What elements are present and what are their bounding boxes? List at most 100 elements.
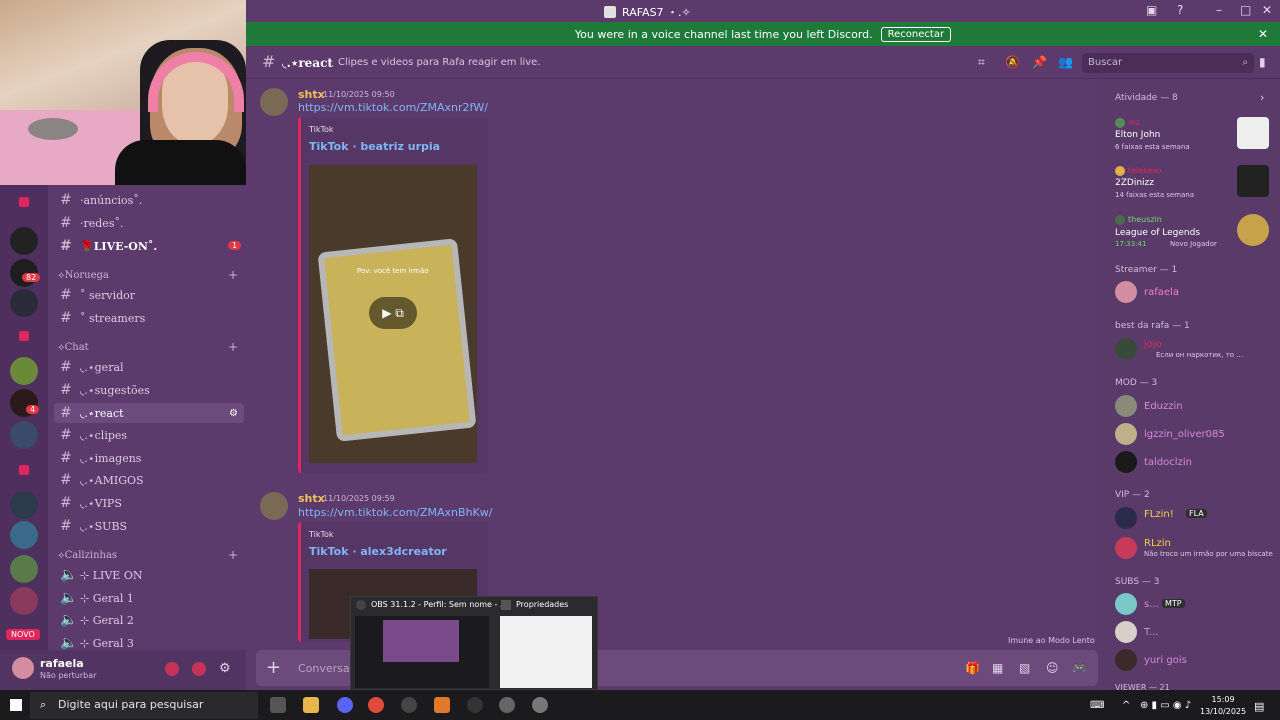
avatar[interactable]: [1115, 338, 1137, 360]
channel-redes[interactable]: # ·redes˚.: [54, 213, 244, 233]
member-name[interactable]: jojo: [1144, 339, 1162, 350]
preview-title-properties[interactable]: Propriedades: [516, 600, 568, 609]
message-author[interactable]: shtx: [298, 88, 325, 101]
category-chat[interactable]: ⟡Chat: [58, 342, 89, 353]
chrome-icon[interactable]: [368, 697, 384, 713]
server-icon[interactable]: [10, 289, 38, 317]
message-link[interactable]: https://vm.tiktok.com/ZMAxnBhKw/: [298, 506, 492, 519]
channel-live-on[interactable]: # 🌹LIVE-ON˚.: [54, 236, 244, 256]
voice-channel-geral-2[interactable]: 🔈 ⊹ Geral 2: [54, 610, 244, 630]
server-icon[interactable]: [19, 197, 29, 207]
channel-subs[interactable]: # ◟.⋆SUBS: [54, 516, 244, 536]
avatar[interactable]: [1115, 423, 1137, 445]
search-input[interactable]: Buscar ⌕: [1082, 53, 1254, 73]
embed-title[interactable]: TikTok · alex3dcreator: [309, 545, 447, 558]
server-icon[interactable]: [10, 421, 38, 449]
server-icon[interactable]: [10, 555, 38, 583]
members-icon[interactable]: 👥: [1058, 55, 1073, 69]
member-name[interactable]: taldoclzin: [1144, 457, 1192, 468]
minimize-button[interactable]: –: [1216, 3, 1222, 17]
notifications-icon[interactable]: 🔕: [1005, 55, 1020, 69]
category-noruega[interactable]: ⟡Noruega: [58, 270, 109, 281]
avatar[interactable]: [1115, 166, 1125, 176]
attach-plus-icon[interactable]: +: [266, 657, 281, 678]
category-callzinhas[interactable]: ⟡Callzinhas: [58, 550, 117, 561]
avatar[interactable]: [260, 88, 288, 116]
channel-sugestoes[interactable]: # ◟.⋆sugestões: [54, 380, 244, 400]
member-name[interactable]: RLzin: [1144, 538, 1171, 549]
windows-start-icon[interactable]: [10, 699, 22, 711]
channel-vips[interactable]: # ◟.⋆VIPS: [54, 493, 244, 513]
avatar[interactable]: [1115, 118, 1125, 128]
taskbar-search[interactable]: Digite aqui para pesquisar: [30, 692, 258, 719]
avatar[interactable]: [1115, 395, 1137, 417]
member-name[interactable]: FLzin!: [1144, 509, 1174, 520]
settings-icon[interactable]: ⚙: [229, 408, 238, 419]
avatar[interactable]: [1115, 537, 1137, 559]
clock[interactable]: 15:09 13/10/2025: [1200, 694, 1246, 718]
avatar[interactable]: [1115, 281, 1137, 303]
member-name[interactable]: Eduzzin: [1144, 401, 1183, 412]
tray-chevron-icon[interactable]: ^: [1122, 700, 1130, 711]
server-icon[interactable]: [10, 587, 38, 615]
avatar[interactable]: [260, 492, 288, 520]
app-icon[interactable]: [434, 697, 450, 713]
channel-anuncios[interactable]: # ·anúncios˚.: [54, 190, 244, 210]
obs-thumbnail[interactable]: [355, 616, 489, 688]
voice-channel-live-on[interactable]: 🔈 ⊹ LIVE ON: [54, 565, 244, 585]
avatar[interactable]: [1115, 507, 1137, 529]
member-name[interactable]: lgzzin_oliver085: [1144, 429, 1225, 440]
server-icon[interactable]: [19, 465, 29, 475]
tray-icons[interactable]: ⊕ ▮ ▭ ◉ ♪: [1140, 700, 1191, 711]
apps-icon[interactable]: 🎮: [1072, 661, 1087, 675]
discord-icon[interactable]: [337, 697, 353, 713]
threads-icon[interactable]: ⌗: [978, 55, 985, 70]
properties-thumbnail[interactable]: [500, 616, 592, 688]
inbox-icon[interactable]: ▣: [1146, 3, 1157, 17]
avatar[interactable]: [1115, 621, 1137, 643]
add-channel-icon[interactable]: +: [228, 268, 238, 282]
deafen-icon[interactable]: [192, 662, 206, 676]
member-name[interactable]: s...: [1144, 599, 1159, 610]
app-icon[interactable]: [499, 697, 515, 713]
message-link[interactable]: https://vm.tiktok.com/ZMAxnr2fW/: [298, 101, 488, 114]
avatar[interactable]: [1115, 215, 1125, 225]
notification-icon[interactable]: ▤: [1254, 700, 1264, 713]
avatar[interactable]: [12, 657, 34, 679]
add-channel-icon[interactable]: +: [228, 340, 238, 354]
help-icon[interactable]: ?: [1177, 3, 1183, 17]
app-icon[interactable]: [401, 697, 417, 713]
user-settings-icon[interactable]: ⚙: [219, 661, 231, 676]
preview-title-obs[interactable]: OBS 31.1.2 - Perfil: Sem nome - ...: [371, 600, 508, 609]
gif-icon[interactable]: ▦: [992, 661, 1003, 675]
server-noruega-icon[interactable]: [10, 227, 38, 255]
server-icon[interactable]: [10, 491, 38, 519]
activity-user[interactable]: telesexo: [1128, 166, 1162, 175]
gift-icon[interactable]: 🎁: [965, 661, 980, 675]
banner-close-icon[interactable]: ✕: [1258, 27, 1268, 41]
member-name[interactable]: rafaela: [1144, 287, 1179, 298]
close-window-button[interactable]: ✕: [1262, 3, 1272, 17]
add-channel-icon[interactable]: +: [228, 548, 238, 562]
play-icon[interactable]: ▶ ⧉: [369, 297, 417, 329]
inbox-bookmark-icon[interactable]: ▮: [1259, 55, 1266, 69]
avatar[interactable]: [1115, 593, 1137, 615]
file-explorer-icon[interactable]: [303, 697, 319, 713]
mute-icon[interactable]: [165, 662, 179, 676]
reconnect-button[interactable]: Reconectar: [880, 26, 952, 42]
voice-channel-geral-1[interactable]: 🔈 ⊹ Geral 1: [54, 588, 244, 608]
obs-icon[interactable]: [467, 697, 483, 713]
embed-title[interactable]: TikTok · beatriz urpia: [309, 140, 440, 153]
channel-amigos[interactable]: # ◟.⋆AMIGOS: [54, 470, 244, 490]
server-icon[interactable]: [10, 521, 38, 549]
server-icon[interactable]: [10, 357, 38, 385]
channel-imagens[interactable]: # ◟.⋆imagens: [54, 448, 244, 468]
embed-video[interactable]: Pov: você tem irmão ▶ ⧉: [309, 165, 477, 463]
maximize-button[interactable]: □: [1240, 3, 1251, 17]
server-icon[interactable]: [19, 331, 29, 341]
channel-streamers[interactable]: # ˚ streamers: [54, 308, 244, 328]
message-author[interactable]: shtx: [298, 492, 325, 505]
channel-clipes[interactable]: # ◟.⋆clipes: [54, 425, 244, 445]
activity-user[interactable]: mz: [1128, 118, 1140, 127]
member-name[interactable]: yuri gois: [1144, 655, 1187, 666]
